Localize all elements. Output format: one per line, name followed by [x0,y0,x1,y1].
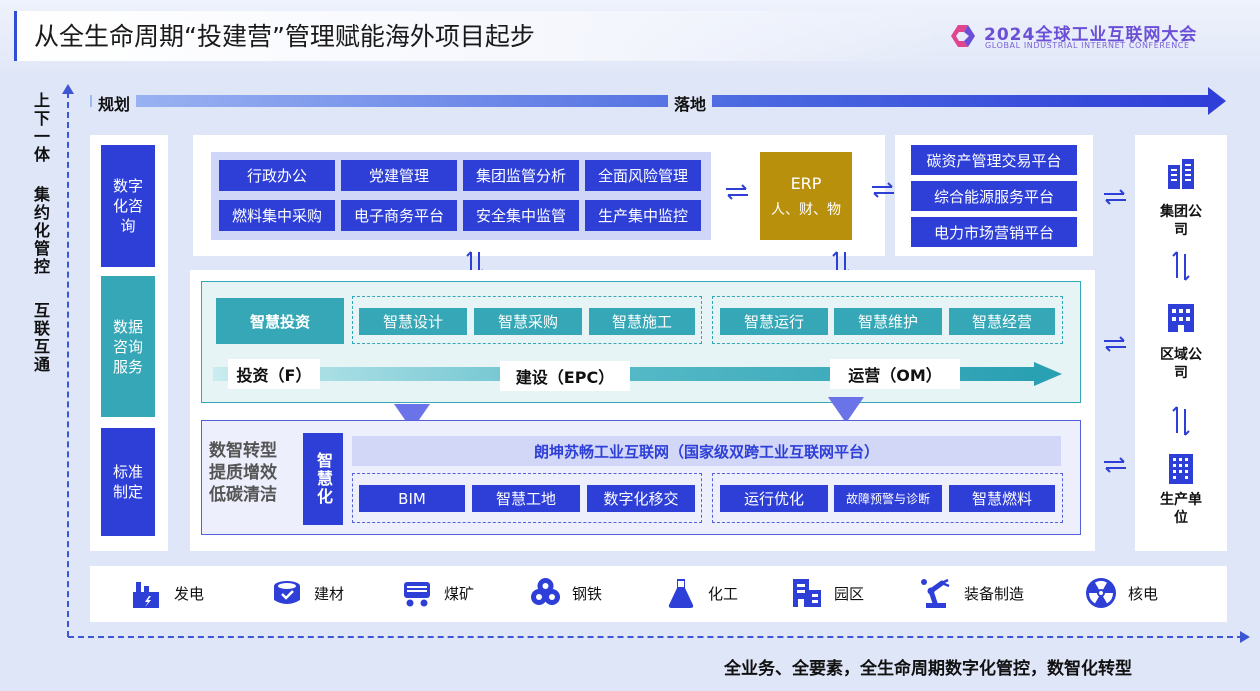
industry-label: 化工 [708,584,739,603]
industrial-park-icon [793,579,821,607]
industry-label: 园区 [834,584,865,603]
industry-label: 建材 [314,584,345,603]
operation-optimization-box: 运行优化 [720,485,828,512]
smart-site-box: 智慧工地 [472,485,580,512]
smart-construction-box: 智慧施工 [589,308,695,335]
exchange-arrows-icon [726,184,748,200]
industrial-internet-platform-title: 朗坤苏畅工业互联网（国家级双跨工业互联网平台） [352,436,1061,466]
module-production-monitoring: 生产集中监控 [585,200,701,231]
industry-chemical: 化工 [664,576,738,610]
org-production-unit: 生产单位 [1160,492,1202,526]
chemical-flask-icon [668,579,694,608]
footer-slogan: 全业务、全要素，全生命周期数字化管控，数智化转型 [724,659,1132,679]
industry-steel: 钢铁 [528,576,602,610]
regional-company-building-icon [1168,304,1194,332]
side-text-centralized-control: 集约化管控 [31,186,50,276]
org-regional-company: 区域公司 [1160,347,1202,381]
dig-label-line-1: 数智转型 [209,441,277,461]
page-title: 从全生命周期“投建营”管理赋能海外项目起步 [34,22,535,51]
exchange-arrows-icon [1104,336,1126,352]
process-end-label: 落地 [668,89,713,117]
exchange-arrows-icon [872,182,894,198]
erp-title: ERP [790,173,822,193]
dig-label-line-2: 提质增效 [209,463,277,483]
industry-equipment-manufacturing: 装备制造 [920,576,1024,610]
industry-power: 发电 [130,576,204,610]
platform-integrated-energy: 综合能源服务平台 [911,181,1077,211]
smart-business-box: 智慧经营 [949,308,1055,335]
side-text-integration: 上下一体 [31,92,50,164]
standard-setting-box: 标准制定 [101,428,155,536]
module-group-supervision: 集团监管分析 [463,160,579,191]
platform-power-marketing: 电力市场营销平台 [911,217,1077,247]
phase-operation: 运营（OM） [830,359,960,389]
smart-design-box: 智慧设计 [359,308,467,335]
platform-carbon-asset: 碳资产管理交易平台 [911,145,1077,175]
module-risk-management: 全面风险管理 [585,160,701,191]
data-consulting-box: 数据咨询服务 [101,276,155,417]
erp-box: ERP 人、财、物 [760,152,852,240]
phase-arrow-head-icon [1034,362,1062,386]
smart-maintenance-box: 智慧维护 [834,308,942,335]
smart-label-box: 智慧化 [303,433,343,525]
side-text-interconnection: 互联互通 [31,302,50,374]
coal-mine-icon [404,582,430,607]
erp-subtitle: 人、财、物 [771,201,841,218]
industry-coal-mine: 煤矿 [400,576,474,610]
smart-fuel-box: 智慧燃料 [949,485,1055,512]
smart-procurement-box: 智慧采购 [474,308,582,335]
digital-consulting-box: 数字化咨询 [101,145,155,267]
organization-column [1135,135,1227,551]
org-group-company: 集团公司 [1160,204,1202,238]
production-unit-building-icon [1169,454,1193,484]
vertical-exchange-icon [1172,406,1190,436]
vertical-exchange-icon [1172,251,1190,281]
industry-bar [90,566,1227,622]
dig-label-line-3: 低碳清洁 [209,485,277,505]
industry-label: 煤矿 [444,584,475,603]
phase-investment: 投资（F） [228,359,320,389]
exchange-arrows-icon [1104,457,1126,473]
process-arrow-head-icon [1208,87,1226,115]
exchange-arrows-icon [1104,189,1126,205]
digital-handover-box: 数字化移交 [587,485,695,512]
module-safety-supervision: 安全集中监管 [463,200,579,231]
power-plant-icon [133,582,159,608]
phase-construction: 建设（EPC） [500,361,630,391]
module-fuel-procurement: 燃料集中采购 [219,200,335,231]
industry-park: 园区 [790,576,864,610]
process-arrow-bar [90,95,1210,107]
vertical-axis [67,92,69,637]
module-ecommerce: 电子商务平台 [341,200,457,231]
module-party-building: 党建管理 [341,160,457,191]
industry-nuclear: 核电 [1084,576,1158,610]
steel-icon [531,578,560,605]
consulting-column: 数字化咨询 数据咨询服务 标准制定 [90,135,168,551]
horizontal-axis [68,636,1243,638]
industry-label: 发电 [174,584,205,603]
robot-arm-icon [921,578,950,608]
fault-warning-box: 故障预警与诊断 [834,485,942,512]
smart-running-box: 智慧运行 [720,308,828,335]
industry-label: 装备制造 [964,584,1025,603]
nuclear-icon [1086,578,1116,608]
smart-investment-box: 智慧投资 [216,298,344,344]
module-admin-office: 行政办公 [219,160,335,191]
industry-label: 核电 [1128,584,1159,603]
group-company-building-icon [1168,159,1194,189]
building-materials-icon [274,581,300,604]
horizontal-axis-arrow-icon [1240,631,1250,643]
conference-subtitle: GLOBAL INDUSTRIAL INTERNET CONFERENCE [985,41,1190,50]
process-start-label: 规划 [92,89,137,117]
industry-label: 钢铁 [572,584,603,603]
digital-transformation-label: 数智转型 提质增效 低碳清洁 [209,440,277,506]
industry-building-materials: 建材 [270,576,344,610]
conference-logo-icon [951,25,975,47]
bim-box: BIM [359,485,465,512]
vertical-axis-arrow-icon [62,84,74,94]
